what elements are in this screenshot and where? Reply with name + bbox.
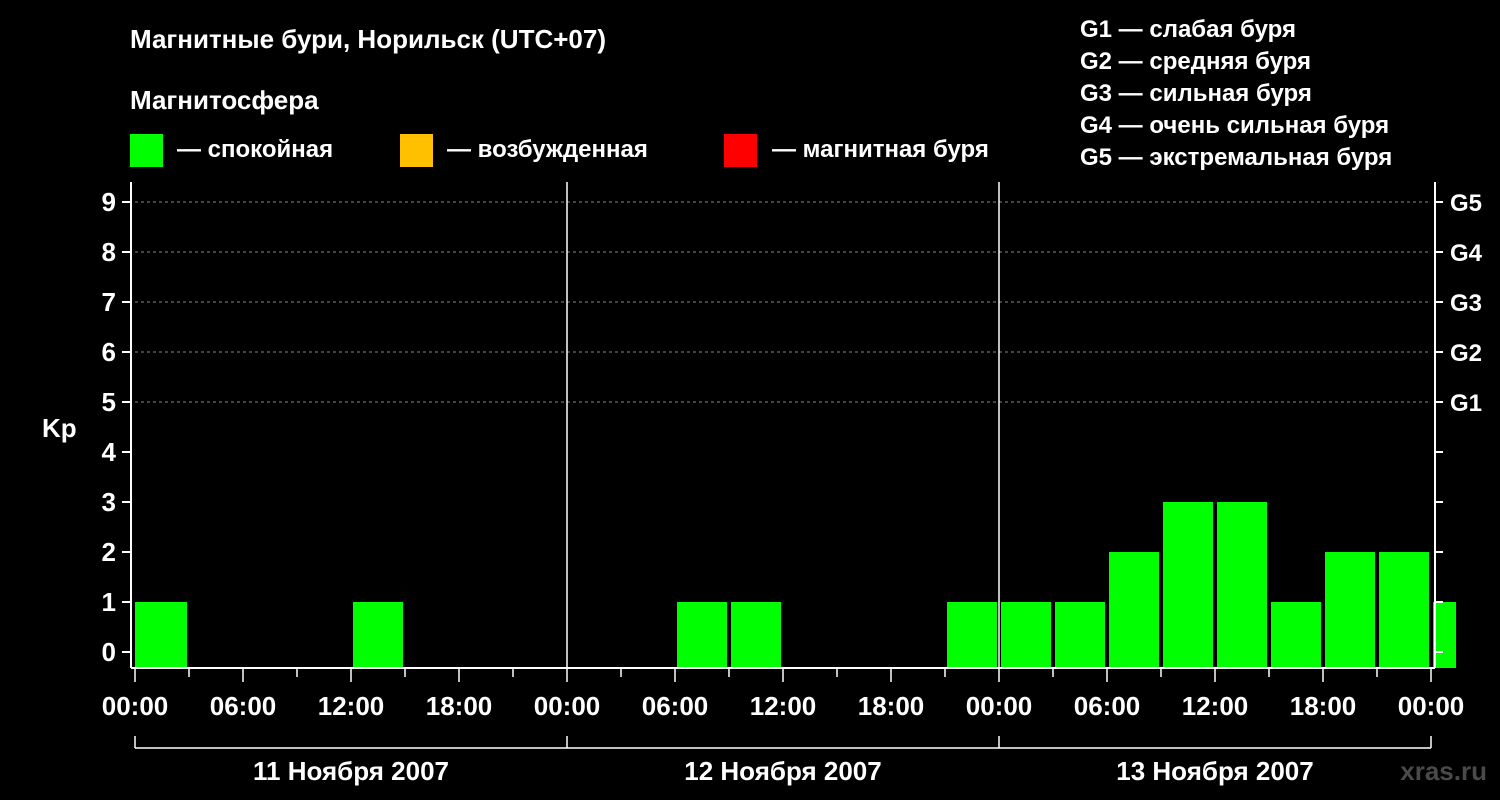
x-tick-label-5: 06:00 xyxy=(642,691,709,721)
storm-level-g3: G3 — сильная буря xyxy=(1080,80,1312,107)
y-tick-label-5: 5 xyxy=(102,387,116,417)
x-tick-label-3: 18:00 xyxy=(426,691,493,721)
legend-title: Магнитосфера xyxy=(130,85,319,115)
kp-bar-day3-21h xyxy=(1379,552,1429,668)
y-tick-label-8: 8 xyxy=(102,237,116,267)
kp-bar-day3-18h xyxy=(1325,552,1375,668)
x-tick-label-0: 00:00 xyxy=(102,691,169,721)
y-tick-label-2: 2 xyxy=(102,537,116,567)
kp-bar-day2-6h xyxy=(677,602,727,668)
x-tick-label-11: 18:00 xyxy=(1290,691,1357,721)
g-scale-label-G3: G3 xyxy=(1450,290,1482,317)
legend-label-excited: — возбужденная xyxy=(447,136,648,163)
y-tick-label-9: 9 xyxy=(102,187,116,217)
x-tick-label-7: 18:00 xyxy=(858,691,925,721)
kp-bar-day3-6h xyxy=(1109,552,1159,668)
legend-swatch-storm xyxy=(724,134,757,167)
grid-lines xyxy=(135,201,1431,403)
y-tick-label-0: 0 xyxy=(102,637,116,667)
kp-bar-day2-9h xyxy=(731,602,781,668)
kp-bar-day3-9h xyxy=(1163,502,1213,668)
g-scale-label-G2: G2 xyxy=(1450,340,1482,367)
x-tick-label-1: 06:00 xyxy=(210,691,277,721)
chart-title: Магнитные бури, Норильск (UTC+07) xyxy=(130,24,606,54)
x-tick-label-10: 12:00 xyxy=(1182,691,1249,721)
date-label-3: 13 Ноября 2007 xyxy=(1116,756,1313,786)
kp-chart: Магнитные бури, Норильск (UTC+07) Магнит… xyxy=(42,16,1487,786)
storm-level-g5: G5 — экстремальная буря xyxy=(1080,144,1392,171)
date-label-1: 11 Ноября 2007 xyxy=(253,756,449,786)
storm-level-g2: G2 — средняя буря xyxy=(1080,48,1311,75)
g-scale-label-G5: G5 xyxy=(1450,190,1482,217)
kp-bar-day3-12h xyxy=(1217,502,1267,668)
bars xyxy=(135,502,1456,668)
x-tick-label-6: 12:00 xyxy=(750,691,817,721)
kp-bar-extra-3 xyxy=(1433,602,1456,668)
g-scale-label-G4: G4 xyxy=(1450,240,1483,267)
legend-swatch-excited xyxy=(400,134,433,167)
legend-label-quiet: — спокойная xyxy=(177,136,333,163)
legend-swatch-quiet xyxy=(130,134,163,167)
y-tick-label-1: 1 xyxy=(102,587,116,617)
x-tick-label-8: 00:00 xyxy=(966,691,1033,721)
x-tick-label-9: 06:00 xyxy=(1074,691,1141,721)
y-axis-label: Kp xyxy=(42,413,77,443)
g-scale-label-G1: G1 xyxy=(1450,390,1482,417)
kp-bar-day3-3h xyxy=(1055,602,1105,668)
storm-level-g4: G4 — очень сильная буря xyxy=(1080,112,1389,139)
legend-label-storm: — магнитная буря xyxy=(772,136,989,163)
y-tick-label-4: 4 xyxy=(102,437,117,467)
kp-bar-day3-0h xyxy=(1001,602,1051,668)
kp-bar-extra-2 xyxy=(947,602,997,668)
x-tick-label-12: 00:00 xyxy=(1398,691,1465,721)
storm-level-g1: G1 — слабая буря xyxy=(1080,16,1296,43)
tick-labels: 0 1 2 3 4 5 6 7 8 9 G1 G2 G3 G4 G5 00:00 06:00 12:00 18:00… xyxy=(102,187,1483,786)
watermark: xras.ru xyxy=(1400,756,1487,786)
y-tick-label-6: 6 xyxy=(102,337,116,367)
y-tick-label-7: 7 xyxy=(102,287,116,317)
y-tick-label-3: 3 xyxy=(102,487,116,517)
kp-bar-extra-1 xyxy=(135,602,151,668)
date-label-2: 12 Ноября 2007 xyxy=(684,756,881,786)
kp-bar-day1-12h xyxy=(353,602,403,668)
x-tick-label-4: 00:00 xyxy=(534,691,601,721)
x-tick-label-2: 12:00 xyxy=(318,691,385,721)
kp-bar-day3-15h xyxy=(1271,602,1321,668)
